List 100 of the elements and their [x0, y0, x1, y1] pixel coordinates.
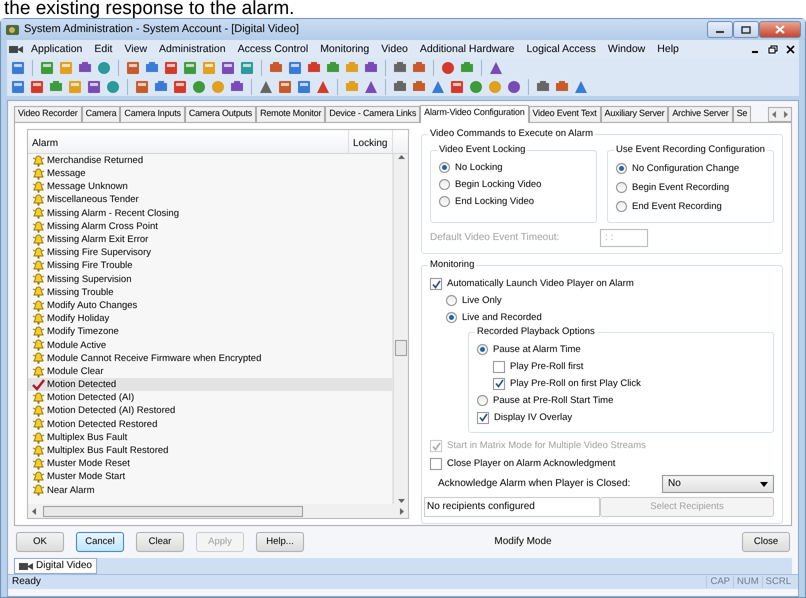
circle-icon[interactable] [96, 60, 112, 76]
tab[interactable]: Camera Outputs [184, 106, 256, 122]
window-icon[interactable] [220, 60, 236, 76]
option-label[interactable]: Begin Locking Video [455, 178, 542, 190]
scroll-left-icon[interactable] [31, 508, 37, 514]
column-header[interactable]: Alarm [28, 130, 349, 153]
list-row[interactable]: Missing Trouble [28, 286, 392, 300]
list-row[interactable]: Motion Detected (AI) Restored [28, 404, 392, 418]
window-icon[interactable] [39, 60, 55, 76]
option-label[interactable]: Display IV Overlay [494, 412, 572, 424]
radio-button[interactable] [616, 163, 627, 174]
triangle-icon[interactable] [258, 78, 274, 94]
list-row[interactable]: Missing Alarm - Recent Closing [28, 206, 392, 220]
list-row[interactable]: Message Unknown [28, 180, 392, 194]
radio-button[interactable] [477, 395, 488, 406]
list-row[interactable]: Message [28, 167, 392, 180]
menu-item[interactable]: Application [25, 42, 88, 56]
list-row[interactable]: Module Active [28, 338, 392, 352]
option-label[interactable]: End Locking Video [455, 196, 534, 208]
list-row[interactable]: Module Cannot Receive Firmware when Encrypted [28, 352, 392, 365]
window-icon[interactable] [239, 60, 255, 76]
tab[interactable]: Remote Monitor [256, 106, 326, 122]
triangle-icon[interactable] [363, 78, 379, 94]
scroll-right-icon[interactable] [399, 508, 405, 514]
radio-button[interactable] [439, 196, 450, 207]
window-icon[interactable] [10, 60, 26, 76]
triangle-icon[interactable] [315, 78, 331, 94]
close-icon[interactable] [786, 44, 795, 54]
restore-icon[interactable] [768, 44, 778, 54]
tab[interactable]: Auxiliary Server [600, 106, 668, 122]
tab[interactable]: Device - Camera Links [325, 106, 420, 122]
tab[interactable]: Alarm-Video Configuration [420, 105, 529, 123]
list-row[interactable]: Near Alarm [28, 484, 392, 497]
window-icon[interactable] [163, 60, 179, 76]
checkbox[interactable] [430, 458, 442, 470]
list-row[interactable]: Missing Fire Trouble [28, 260, 392, 273]
window-icon[interactable] [296, 78, 312, 94]
triangle-icon[interactable] [488, 60, 504, 76]
triangle-icon[interactable] [430, 78, 446, 94]
radio-button[interactable] [439, 162, 450, 173]
maximize-button[interactable] [733, 21, 759, 38]
option-label[interactable]: End Event Recording [632, 200, 722, 212]
checkbox[interactable] [430, 278, 442, 290]
column-header[interactable]: Locking [349, 130, 393, 153]
window-icon[interactable] [172, 78, 188, 94]
menu-item[interactable]: Administration [153, 42, 232, 56]
option-label[interactable]: No Locking [455, 162, 503, 174]
list-row[interactable]: Muster Mode Reset [28, 457, 392, 470]
circle-icon[interactable] [506, 78, 522, 94]
circle-icon[interactable] [468, 78, 484, 94]
list-row[interactable]: Motion Detected Restored [28, 418, 392, 431]
menu-item[interactable]: Edit [88, 42, 118, 56]
list-row[interactable]: Multiplex Bus Fault Restored [28, 444, 392, 458]
option-label[interactable]: Play Pre-Roll on first Play Click [510, 378, 641, 390]
tab[interactable]: Camera [82, 106, 120, 122]
scrollbar-thumb[interactable] [43, 506, 303, 516]
list-row[interactable]: Modify Timezone [28, 325, 392, 339]
menu-item[interactable]: Access Control [232, 42, 314, 56]
list-row[interactable]: Missing Fire Supervisory [28, 246, 392, 260]
window-icon[interactable] [29, 78, 45, 94]
menu-item[interactable]: Monitoring [314, 42, 376, 56]
dialog-button[interactable]: Clear [136, 532, 184, 552]
option-label[interactable]: No Configuration Change [632, 162, 740, 174]
list-row[interactable]: Multiplex Bus Fault [28, 430, 392, 444]
option-label[interactable]: Pause at Alarm Time [493, 344, 581, 356]
checkbox[interactable] [477, 412, 489, 424]
scrollbar-thumb[interactable] [395, 340, 407, 356]
radio-button[interactable] [616, 182, 627, 193]
list-row[interactable]: Missing Supervision [28, 272, 392, 286]
triangle-icon[interactable] [573, 78, 589, 94]
dialog-button[interactable]: OK [16, 532, 64, 552]
circle-icon[interactable] [440, 60, 456, 76]
menu-item[interactable]: Help [651, 42, 685, 56]
camera-icon[interactable] [9, 44, 23, 54]
option-label[interactable]: Pause at Pre-Roll Start Time [493, 394, 614, 406]
option-label[interactable]: Play Pre-Roll first [510, 360, 584, 372]
window-icon[interactable] [277, 78, 293, 94]
radio-button[interactable] [616, 201, 627, 212]
circle-icon[interactable] [105, 78, 121, 94]
menu-item[interactable]: View [118, 42, 154, 56]
checkbox[interactable] [493, 378, 505, 390]
circle-icon[interactable] [191, 78, 207, 94]
menu-item[interactable]: Window [602, 42, 652, 56]
minimize-button[interactable] [707, 21, 733, 38]
list-row[interactable]: Missing Alarm Exit Error [28, 233, 392, 246]
tab[interactable]: Se [732, 106, 752, 122]
menu-item[interactable]: Video [375, 42, 414, 56]
list-row[interactable]: Merchandise Returned [28, 154, 392, 168]
list-row[interactable]: Motion Detected [28, 378, 392, 392]
list-row[interactable]: Miscellaneous Tender [28, 194, 392, 207]
radio-button[interactable] [477, 344, 488, 355]
document-tab[interactable]: Digital Video [14, 558, 97, 574]
checkbox[interactable] [493, 360, 505, 372]
list-row[interactable]: Motion Detected (AI) [28, 391, 392, 405]
close-dialog-button[interactable]: Close [742, 532, 790, 552]
window-icon[interactable] [86, 78, 102, 94]
radio-button[interactable] [439, 179, 450, 190]
radio-button[interactable] [446, 312, 457, 323]
list-row[interactable]: Muster Mode Start [28, 470, 392, 484]
list-row[interactable]: Missing Alarm Cross Point [28, 220, 392, 234]
